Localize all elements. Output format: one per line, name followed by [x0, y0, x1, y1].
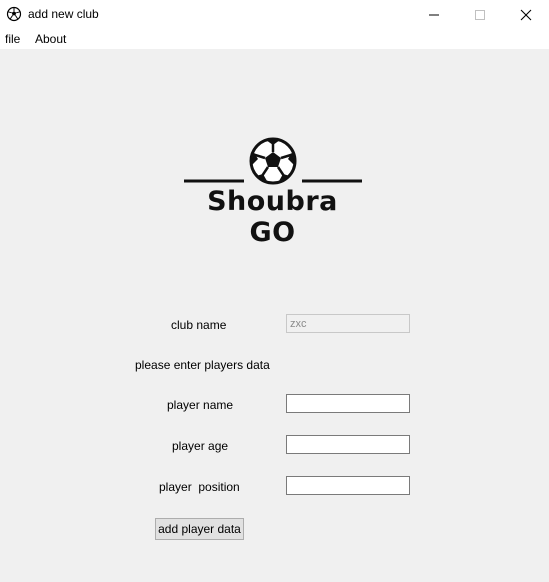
minimize-button[interactable]: [411, 0, 457, 30]
logo: Shoubra GO: [180, 135, 365, 248]
maximize-button[interactable]: [457, 0, 503, 30]
player-position-label: player position: [159, 480, 240, 494]
menu-file[interactable]: file: [5, 32, 20, 46]
window-title: add new club: [28, 7, 99, 21]
player-name-input[interactable]: [286, 394, 410, 413]
player-age-input[interactable]: [286, 435, 410, 454]
club-name-label: club name: [171, 318, 227, 332]
club-name-field: [286, 314, 410, 333]
soccer-ball-icon: [249, 137, 297, 185]
player-position-input[interactable]: [286, 476, 410, 495]
title-bar: add new club: [0, 0, 549, 30]
close-button[interactable]: [503, 0, 549, 30]
add-player-data-button[interactable]: add player data: [155, 518, 244, 540]
minimize-icon: [429, 14, 439, 16]
players-data-prompt: please enter players data: [135, 358, 270, 372]
logo-text: Shoubra GO: [207, 186, 338, 248]
close-icon: [520, 9, 532, 21]
soccer-ball-icon: [6, 6, 22, 22]
maximize-icon: [475, 10, 485, 20]
player-name-label: player name: [167, 398, 234, 412]
menu-bar: file About: [0, 30, 549, 49]
menu-about[interactable]: About: [35, 32, 66, 46]
player-age-label: player age: [172, 439, 229, 453]
